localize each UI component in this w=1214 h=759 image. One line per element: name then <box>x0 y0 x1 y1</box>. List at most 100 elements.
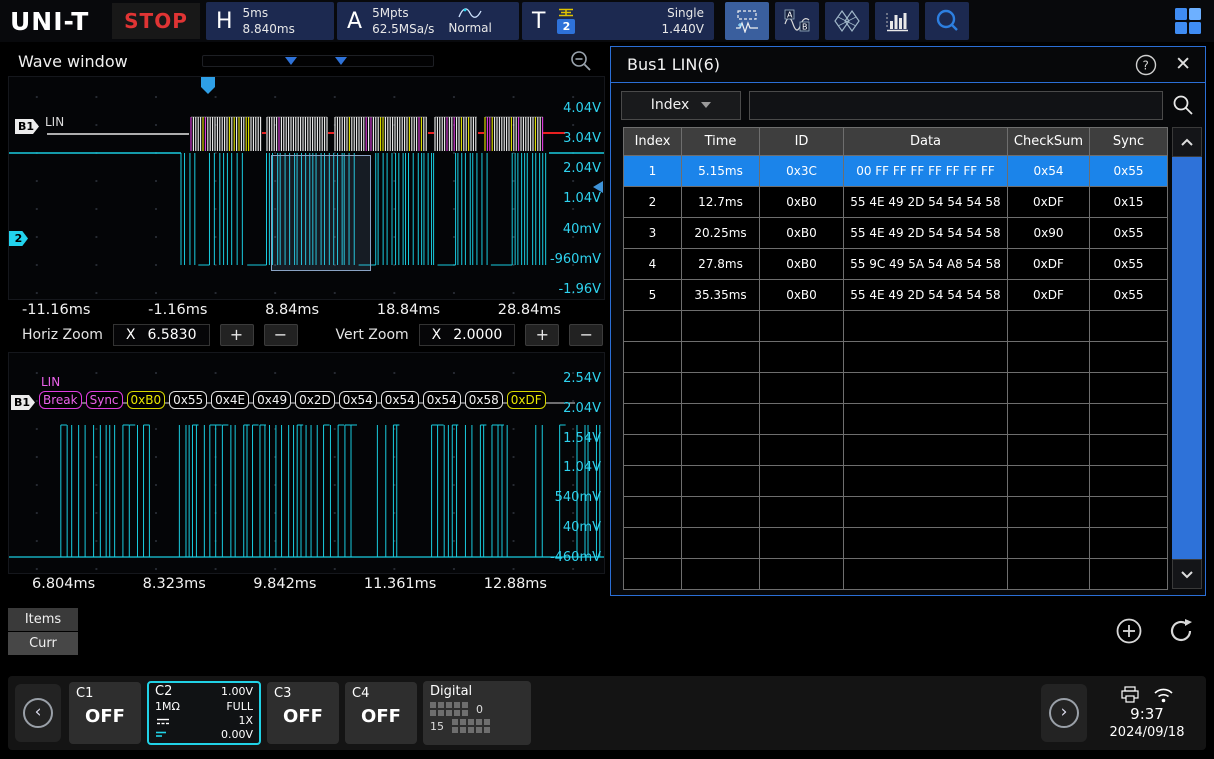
scroll-left-button[interactable]: ‹ <box>15 684 61 742</box>
bus-table-row[interactable]: 15.15ms0x3C00 FF FF FF FF FF FF FF0x540x… <box>624 156 1168 187</box>
bus-table-row[interactable]: 212.7ms0xB055 4E 49 2D 54 54 54 580xDF0x… <box>624 187 1168 218</box>
channel2-box[interactable]: C21.00V 1MΩFULL 1X 0.00V <box>147 681 261 745</box>
channel-probe: 1X <box>238 715 253 727</box>
trigger-level: 1.440V <box>661 23 704 36</box>
zoom-waveform-display[interactable]: B1 LIN BreakSync0xB00x550x4E0x490x2D0x54… <box>8 352 605 574</box>
vert-zoom-value-box[interactable]: X 2.0000 <box>419 324 516 346</box>
xy-display-icon[interactable] <box>825 2 869 40</box>
zoom-right-marker-icon[interactable] <box>335 57 347 65</box>
scroll-down-icon[interactable] <box>1172 559 1202 589</box>
bus-table-row[interactable]: 320.25ms0xB055 4E 49 2D 54 54 54 580x900… <box>624 218 1168 249</box>
histogram-icon[interactable] <box>875 2 919 40</box>
refresh-icon[interactable] <box>1166 616 1196 646</box>
add-icon[interactable] <box>1114 616 1144 646</box>
acquire-settings[interactable]: A 5Mpts 62.5MSa/s Normal <box>337 2 519 40</box>
window-layout-icon[interactable] <box>1174 7 1202 35</box>
scroll-up-icon[interactable] <box>1172 127 1202 157</box>
horizontal-position-bar[interactable] <box>202 55 434 67</box>
wave-window-title: Wave window <box>18 52 128 71</box>
tab-items[interactable]: Items <box>8 608 78 631</box>
scroll-right-button[interactable]: › <box>1041 684 1087 742</box>
zoom-voltage-scale: 2.54V2.04V1.54V1.04V540mV40mV-460mV <box>550 371 601 565</box>
digital-grid-icon <box>452 719 490 733</box>
run-stop-button[interactable]: STOP <box>112 3 200 39</box>
bus-protocol-label: LIN <box>45 115 64 129</box>
voltage-label: 40mV <box>563 222 601 237</box>
close-icon[interactable]: ✕ <box>1175 55 1191 74</box>
bus-table-empty-row <box>624 559 1168 590</box>
bus-protocol-label: LIN <box>41 375 60 389</box>
voltage-label: 4.04V <box>563 101 601 116</box>
wave-window-header: Wave window <box>8 46 607 76</box>
zoom-time-scale: 6.804ms8.323ms9.842ms11.361ms12.88ms <box>8 574 607 594</box>
wifi-icon[interactable] <box>1153 687 1174 703</box>
search-loupe-icon[interactable] <box>925 2 969 40</box>
time-label: 12.88ms <box>484 576 547 592</box>
time-label: 8.323ms <box>143 576 206 592</box>
system-status: 9:37 2024/09/18 <box>1095 686 1199 740</box>
channel-scale: 1.00V <box>221 686 253 698</box>
horiz-zoom-minus-button[interactable]: − <box>264 324 298 346</box>
bus-decode-panel: Bus1 LIN(6) ? ✕ Index IndexTi <box>610 46 1206 596</box>
channel1-box[interactable]: C1 OFF <box>69 682 141 744</box>
bus-table-empty-row <box>624 466 1168 497</box>
decode-chip: 0x54 <box>339 391 377 409</box>
time-label: 18.84ms <box>377 302 440 318</box>
horizontal-position: 8.840ms <box>243 23 295 36</box>
sample-rate: 62.5MSa/s <box>372 23 434 36</box>
bus-decode-icon[interactable] <box>725 2 769 40</box>
zoom-region-box[interactable] <box>271 155 371 271</box>
zoom-factor-bar: Horiz Zoom X 6.5830 + − Vert Zoom X 2.00… <box>8 323 607 347</box>
memory-depth: 5Mpts <box>372 7 434 20</box>
horiz-zoom-label: Horiz Zoom <box>22 327 103 343</box>
bus-table-row[interactable]: 535.35ms0xB055 4E 49 2D 54 54 54 580xDF0… <box>624 280 1168 311</box>
decode-chip: 0x55 <box>169 391 207 409</box>
channel-state: OFF <box>274 706 332 727</box>
trigger-position-flag[interactable] <box>201 77 215 94</box>
trigger-settings[interactable]: T 2 Single 1.440V <box>522 2 714 40</box>
zoom-out-icon[interactable] <box>569 49 593 73</box>
acquire-mode: Normal <box>448 21 491 35</box>
search-icon[interactable] <box>1171 93 1195 117</box>
horiz-zoom-value-box[interactable]: X 6.5830 <box>113 324 210 346</box>
printer-icon[interactable] <box>1121 686 1139 703</box>
table-scrollbar[interactable] <box>1172 127 1202 589</box>
bus-table-area: IndexTimeIDDataCheckSumSync 15.15ms0x3C0… <box>611 127 1205 589</box>
main-waveform-display[interactable]: B1 LIN 2 4.04V3.04V2.04V1.04V40mV-960mV-… <box>8 76 605 300</box>
time-label: 9.842ms <box>253 576 316 592</box>
filter-selected-value: Index <box>651 97 690 113</box>
channel4-box[interactable]: C4 OFF <box>345 682 417 744</box>
channel3-box[interactable]: C3 OFF <box>267 682 339 744</box>
voltage-label: 1.04V <box>563 191 601 206</box>
search-input[interactable] <box>749 91 1163 120</box>
channel-state: OFF <box>352 706 410 727</box>
horizontal-key: H <box>216 9 233 34</box>
time-label: 11.361ms <box>364 576 436 592</box>
top-status-bar: UNI-T STOP H 5ms 8.840ms A 5Mpts 62.5MSa… <box>0 0 1214 42</box>
digital-channels-box[interactable]: Digital 0 15 <box>423 681 531 745</box>
lin-decode-row: BreakSync0xB00x550x4E0x490x2D0x540x540x5… <box>39 391 546 409</box>
voltage-label: -960mV <box>550 252 601 267</box>
horizontal-settings[interactable]: H 5ms 8.840ms <box>206 2 334 40</box>
math-ab-icon[interactable]: AB <box>775 2 819 40</box>
bus-table-empty-row <box>624 528 1168 559</box>
column-header: Index <box>624 128 682 156</box>
tab-curr[interactable]: Curr <box>8 632 78 655</box>
bus-panel-title: Bus1 LIN(6) <box>627 55 720 74</box>
time-label: -1.16ms <box>148 302 207 318</box>
main-voltage-scale: 4.04V3.04V2.04V1.04V40mV-960mV-1.96V <box>550 101 601 297</box>
trigger-type-icon <box>558 8 574 17</box>
bus-table-empty-row <box>624 342 1168 373</box>
filter-field-dropdown[interactable]: Index <box>621 91 741 120</box>
horiz-zoom-plus-button[interactable]: + <box>220 324 254 346</box>
main-time-scale: -11.16ms-1.16ms8.84ms18.84ms28.84ms <box>8 300 607 320</box>
help-icon[interactable]: ? <box>1135 54 1157 76</box>
vert-zoom-plus-button[interactable]: + <box>525 324 559 346</box>
coupling-dc-icon <box>155 717 171 726</box>
vert-zoom-minus-button[interactable]: − <box>569 324 603 346</box>
digital-grid-icon <box>430 702 468 716</box>
scrollbar-thumb[interactable] <box>1172 157 1202 559</box>
bus-table-row[interactable]: 427.8ms0xB055 9C 49 5A 54 A8 54 580xDF0x… <box>624 249 1168 280</box>
digital-label: Digital <box>430 684 524 699</box>
zoom-left-marker-icon[interactable] <box>285 57 297 65</box>
